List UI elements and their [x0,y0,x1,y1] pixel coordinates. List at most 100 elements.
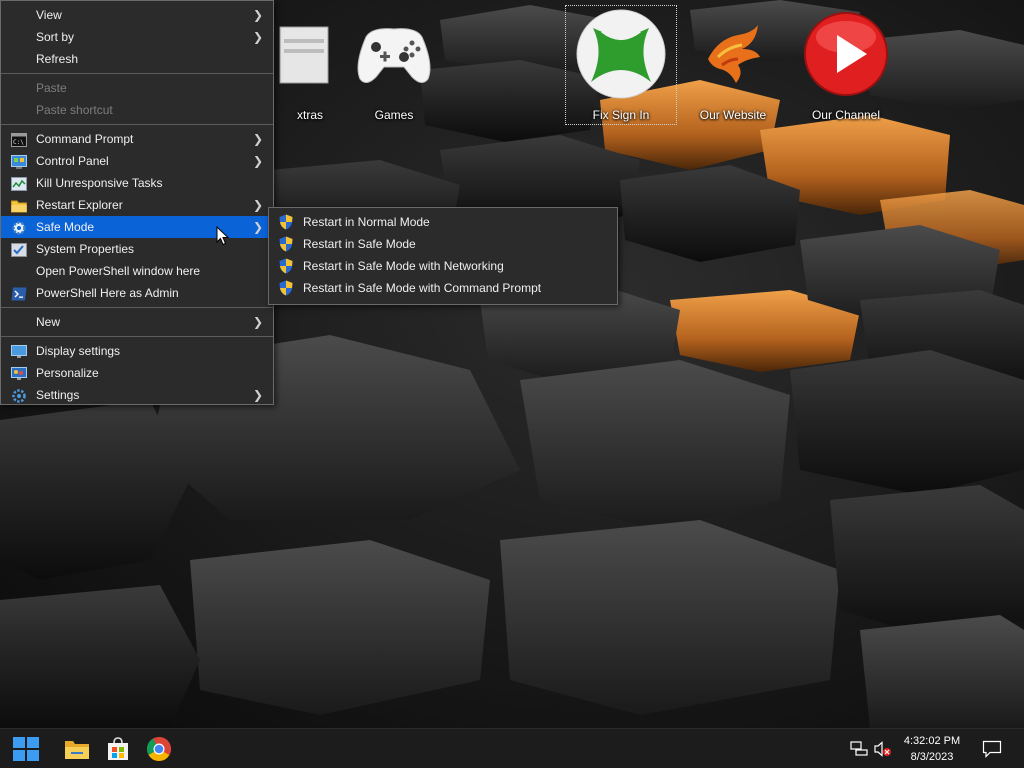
taskbar: 4:32:02 PM 8/3/2023 [0,728,1024,768]
menu-item-label: View [36,8,62,22]
file-explorer-button[interactable] [56,729,98,768]
system-properties-icon [11,242,27,257]
volume-muted-icon[interactable] [874,741,892,757]
menu-item-label: Paste [36,81,67,95]
system-clock[interactable]: 4:32:02 PM 8/3/2023 [896,733,968,765]
phoenix-logo-icon [685,6,781,102]
menu-item-label: PowerShell Here as Admin [36,286,179,300]
play-button-icon [798,6,894,102]
chevron-right-icon: ❯ [252,388,263,402]
menu-item-label: Personalize [36,366,99,380]
clock-date: 8/3/2023 [910,751,954,763]
task-kill-icon [11,176,27,191]
personalize-icon [11,366,27,380]
menu-item-label: Restart Explorer [36,198,123,212]
uac-shield-icon [279,236,293,252]
menu-item-label: Restart in Safe Mode with Command Prompt [303,281,542,295]
action-center-icon[interactable] [982,740,1002,758]
chevron-right-icon: ❯ [252,315,263,329]
menu-item-sort-by[interactable]: Sort by ❯ [1,26,273,48]
uac-shield-icon [279,258,293,274]
desktop-icon-our-channel[interactable]: Our Channel [791,6,901,124]
menu-item-control-panel[interactable]: Control Panel ❯ [1,150,273,172]
desktop-icon-our-website[interactable]: Our Website [678,6,788,124]
menu-item-settings[interactable]: Settings ❯ [1,384,273,406]
menu-item-label: Refresh [36,52,79,66]
menu-item-paste-shortcut[interactable]: Paste shortcut [1,99,273,121]
chevron-right-icon: ❯ [252,8,263,22]
xbox-icon [573,6,669,102]
menu-item-label: Display settings [36,344,121,358]
microsoft-store-icon [108,737,128,760]
menu-item-new[interactable]: New ❯ [1,311,273,333]
menu-item-refresh[interactable]: Refresh [1,48,273,70]
menu-item-label: Restart in Normal Mode [303,215,430,229]
chevron-right-icon: ❯ [252,154,263,168]
control-panel-icon [11,154,27,169]
mouse-pointer-icon [216,226,230,246]
menu-separator [1,73,273,74]
powershell-icon [11,286,27,301]
chevron-right-icon: ❯ [252,30,263,44]
menu-item-powershell-admin[interactable]: PowerShell Here as Admin [1,282,273,304]
desktop-icon-label: Our Channel [811,108,881,122]
gear-icon [11,388,27,403]
menu-item-label: Paste shortcut [36,103,113,117]
chrome-button[interactable] [138,729,180,768]
menu-item-system-properties[interactable]: System Properties [1,238,273,260]
desktop-icon-label: xtras [296,108,323,122]
menu-item-label: New [36,315,61,329]
menu-item-paste[interactable]: Paste [1,77,273,99]
menu-separator [1,336,273,337]
windows-start-icon [13,737,39,761]
uac-shield-icon [279,280,293,296]
svg-text:C:\: C:\ [13,139,24,146]
desktop-icon-label: Our Website [699,108,767,122]
menu-item-label: Restart in Safe Mode with Networking [303,259,504,273]
menu-item-label: Control Panel [36,154,109,168]
desktop-icon-label: Fix Sign In [592,108,650,122]
menu-item-label: Restart in Safe Mode [303,237,416,251]
menu-item-restart-explorer[interactable]: Restart Explorer ❯ [1,194,273,216]
command-prompt-icon: C:\ [11,132,27,147]
clock-time: 4:32:02 PM [903,735,961,747]
chevron-right-icon: ❯ [252,132,263,146]
menu-item-label: Command Prompt [36,132,134,146]
gear-icon [11,220,27,235]
chrome-icon [146,737,172,762]
submenu-item-restart-safe-cmd[interactable]: Restart in Safe Mode with Command Prompt [269,277,617,299]
desktop-icon-games[interactable]: Games [339,6,449,124]
chevron-right-icon: ❯ [252,198,263,212]
uac-shield-icon [279,214,293,230]
safe-mode-submenu: Restart in Normal Mode Restart in Safe M… [268,207,618,305]
folder-icon [11,198,27,213]
menu-item-display-settings[interactable]: Display settings [1,340,273,362]
menu-item-label: Kill Unresponsive Tasks [36,176,163,190]
network-icon[interactable] [850,741,868,757]
menu-item-label: Safe Mode [36,220,95,234]
display-icon [11,344,27,358]
chevron-right-icon: ❯ [252,220,263,234]
menu-item-label: System Properties [36,242,135,256]
menu-separator [1,307,273,308]
start-button[interactable] [5,729,47,768]
menu-item-label: Open PowerShell window here [36,264,201,278]
desktop-icon-fix-sign-in[interactable]: Fix Sign In [565,5,677,125]
menu-item-kill-unresponsive-tasks[interactable]: Kill Unresponsive Tasks [1,172,273,194]
submenu-item-restart-normal[interactable]: Restart in Normal Mode [269,211,617,233]
menu-item-label: Settings [36,388,80,402]
menu-item-label: Sort by [36,30,75,44]
game-controller-icon [346,6,442,102]
file-explorer-icon [65,741,89,759]
menu-separator [1,124,273,125]
microsoft-store-button[interactable] [97,729,139,768]
submenu-item-restart-safe[interactable]: Restart in Safe Mode [269,233,617,255]
menu-item-personalize[interactable]: Personalize [1,362,273,384]
desktop-icon-label: Games [374,108,414,122]
menu-item-view[interactable]: View ❯ [1,4,273,26]
menu-item-safe-mode[interactable]: Safe Mode ❯ [1,216,273,238]
menu-item-command-prompt[interactable]: C:\ Command Prompt ❯ [1,128,273,150]
submenu-item-restart-safe-networking[interactable]: Restart in Safe Mode with Networking [269,255,617,277]
menu-item-open-powershell[interactable]: Open PowerShell window here [1,260,273,282]
desktop-context-menu: View ❯ Sort by ❯ Refresh Paste Paste sho… [0,0,274,405]
